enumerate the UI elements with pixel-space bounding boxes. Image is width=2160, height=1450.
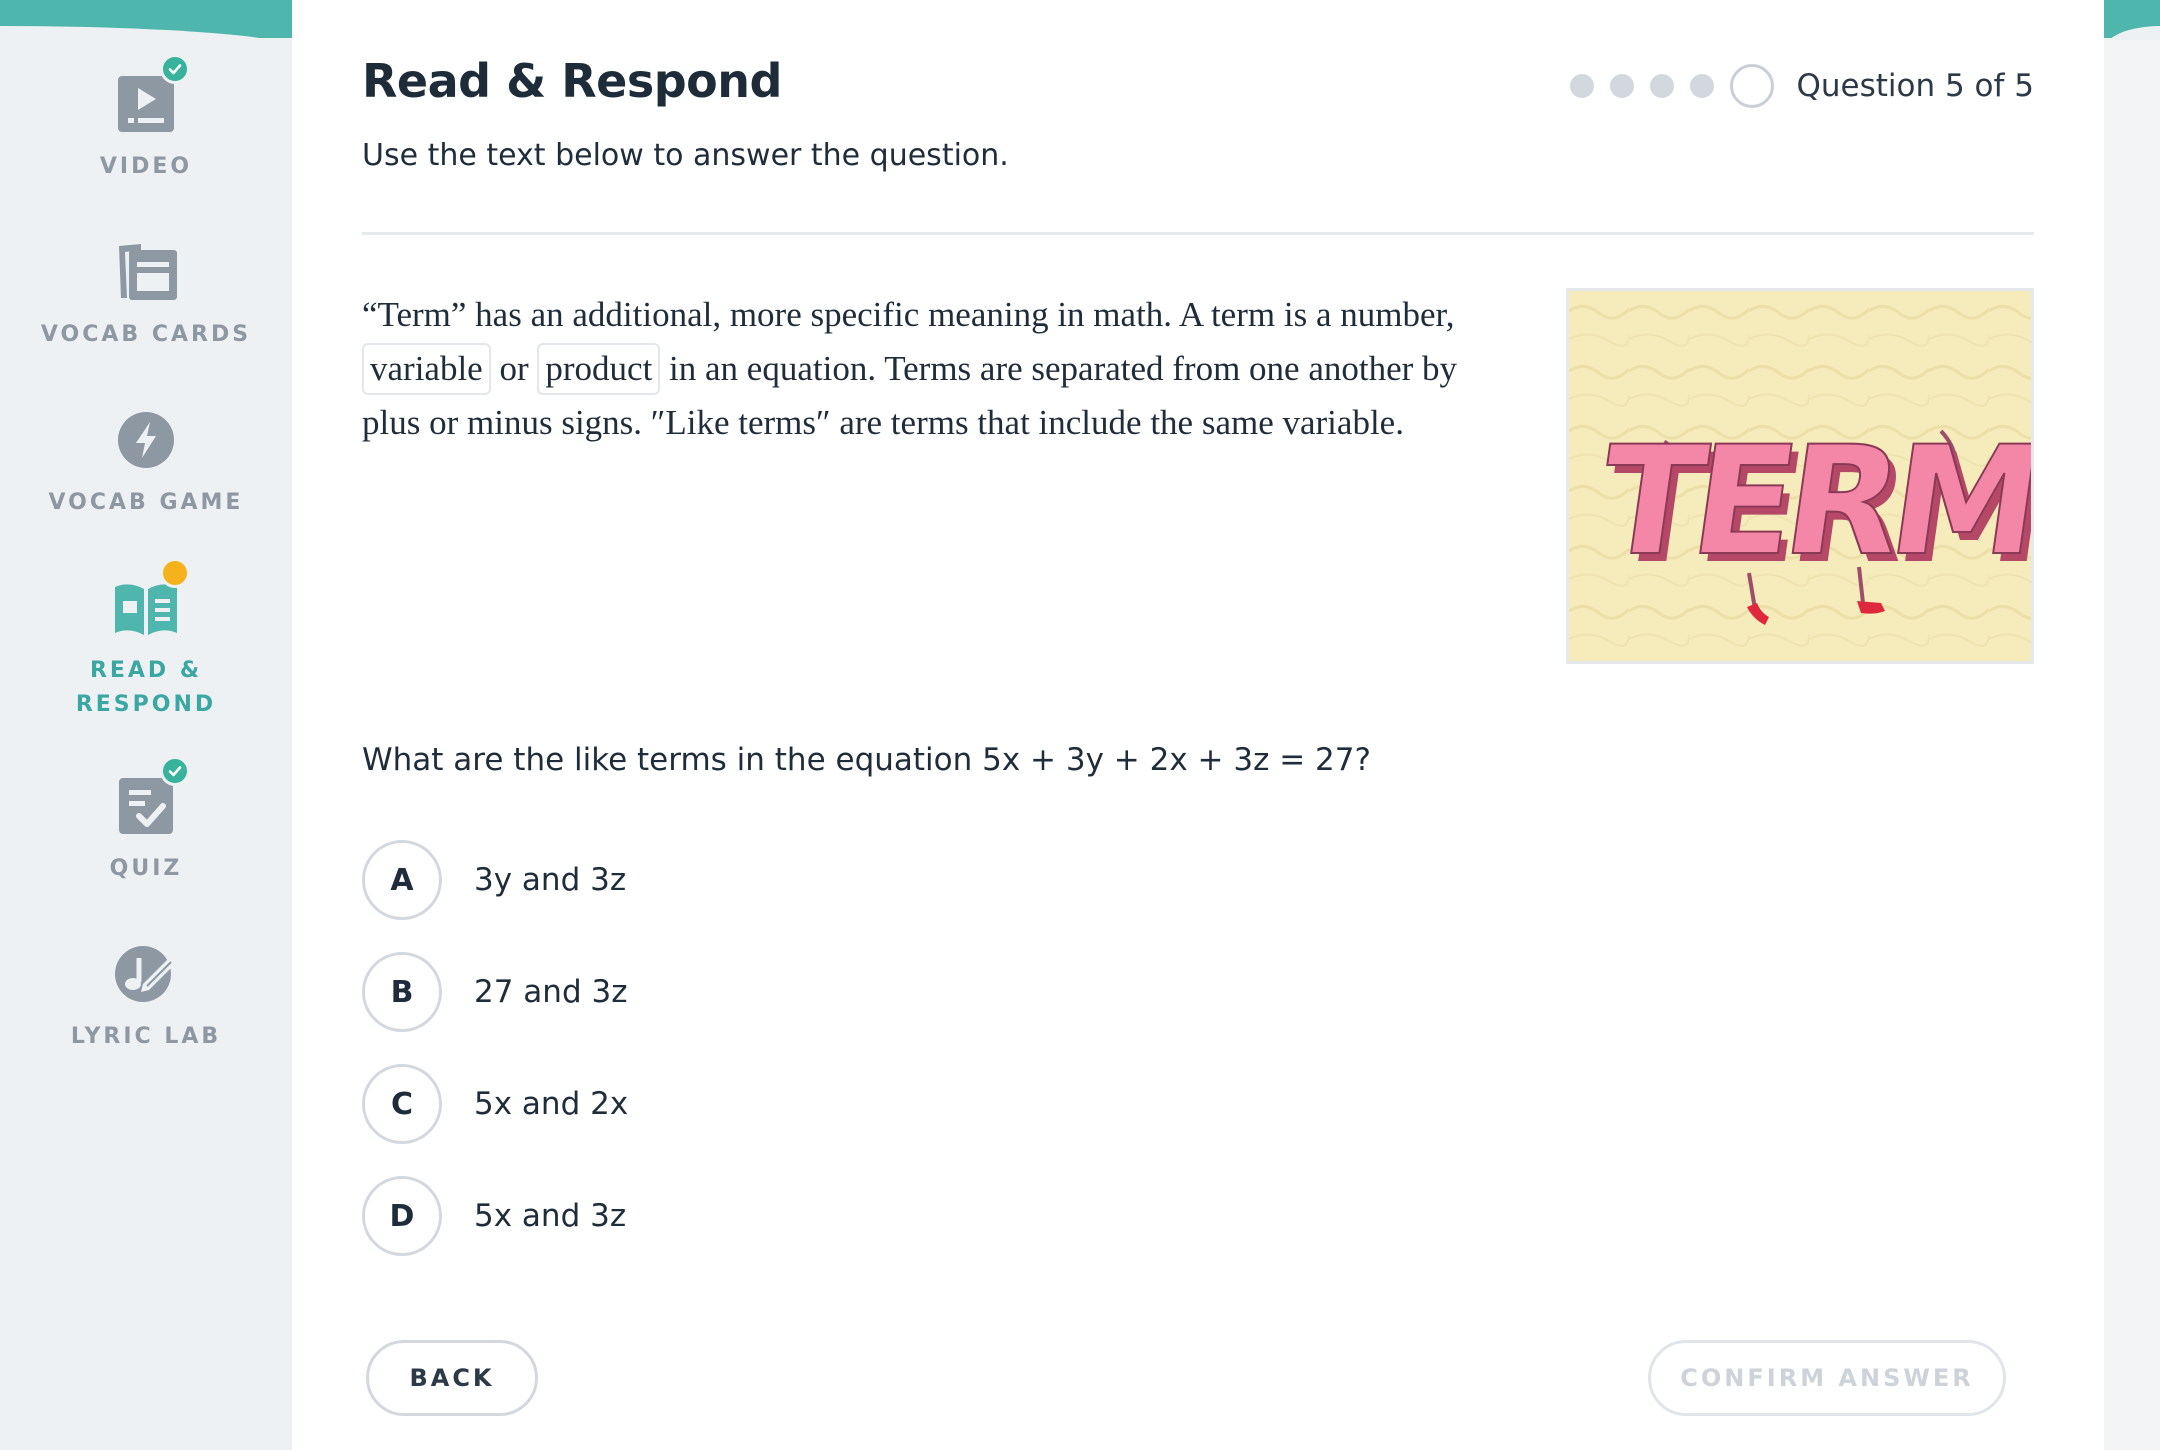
progress-dot [1610, 74, 1635, 98]
lightning-bolt-icon [108, 402, 184, 478]
progress-dot [1690, 74, 1715, 98]
sidebar-item-vocab-game[interactable]: VOCAB GAME [0, 402, 292, 520]
answer-choice-b[interactable]: B 27 and 3z [362, 952, 1062, 1032]
choice-text: 5x and 2x [474, 1086, 629, 1122]
sidebar-item-label: QUIZ [109, 856, 183, 881]
choice-letter: A [362, 840, 442, 920]
completed-check-icon [160, 54, 190, 84]
sidebar-item-quiz[interactable]: QUIZ [0, 756, 292, 886]
sidebar-item-vocab-cards[interactable]: VOCAB CARDS [0, 234, 292, 352]
term-lettering: TERM [1589, 414, 2031, 589]
vocab-cards-icon [108, 234, 184, 310]
choice-text: 3y and 3z [474, 862, 627, 898]
answer-choice-d[interactable]: D 5x and 3z [362, 1176, 1062, 1256]
vocab-term-variable[interactable]: variable [362, 343, 491, 395]
answer-choice-c[interactable]: C 5x and 2x [362, 1064, 1062, 1144]
passage-text: or [490, 349, 538, 388]
choice-letter: D [362, 1176, 442, 1256]
music-note-pencil-icon [108, 936, 184, 1012]
lesson-sidebar: VIDEO VOCAB CARDS VOCAB GAME READ & RESP… [0, 38, 292, 1450]
reading-passage: “Term” has an additional, more specific … [362, 288, 1482, 450]
question-progress: Question 5 of 5 [1570, 62, 2034, 110]
choice-text: 5x and 3z [474, 1198, 627, 1234]
progress-dot [1650, 74, 1675, 98]
sidebar-item-label: READ & RESPOND [75, 658, 217, 717]
sidebar-item-label: VOCAB GAME [48, 490, 244, 515]
choice-text: 27 and 3z [474, 974, 628, 1010]
sidebar-item-label: VIDEO [99, 154, 193, 179]
back-button[interactable]: BACK [366, 1340, 538, 1416]
sidebar-item-lyric-lab[interactable]: LYRIC LAB [0, 936, 292, 1054]
quiz-checklist-icon [108, 756, 190, 844]
question-card: Read & Respond Use the text below to ans… [292, 0, 2104, 1450]
choice-letter: B [362, 952, 442, 1032]
progress-dot [1570, 74, 1595, 98]
sidebar-item-label: VOCAB CARDS [40, 322, 252, 347]
current-indicator-dot [160, 558, 190, 588]
right-gutter [2104, 40, 2160, 1450]
video-player-icon [108, 54, 190, 142]
progress-label: Question 5 of 5 [1796, 68, 2034, 104]
sidebar-item-label: LYRIC LAB [70, 1024, 222, 1049]
sidebar-item-read-respond[interactable]: READ & RESPOND [0, 558, 292, 722]
divider [362, 232, 2034, 235]
answer-choice-a[interactable]: A 3y and 3z [362, 840, 1062, 920]
instruction-text: Use the text below to answer the questio… [362, 138, 1009, 173]
choice-letter: C [362, 1064, 442, 1144]
question-text: What are the like terms in the equation … [362, 742, 1371, 778]
progress-dot-current [1730, 64, 1775, 108]
passage-text: “Term” has an additional, more specific … [362, 295, 1455, 334]
sidebar-item-video[interactable]: VIDEO [0, 54, 292, 184]
open-book-icon [108, 558, 190, 646]
completed-check-icon [160, 756, 190, 786]
term-illustration: TERM TERM [1566, 288, 2034, 664]
confirm-answer-button[interactable]: CONFIRM ANSWER [1648, 1340, 2006, 1416]
page-title: Read & Respond [362, 54, 782, 108]
vocab-term-product[interactable]: product [537, 343, 661, 395]
